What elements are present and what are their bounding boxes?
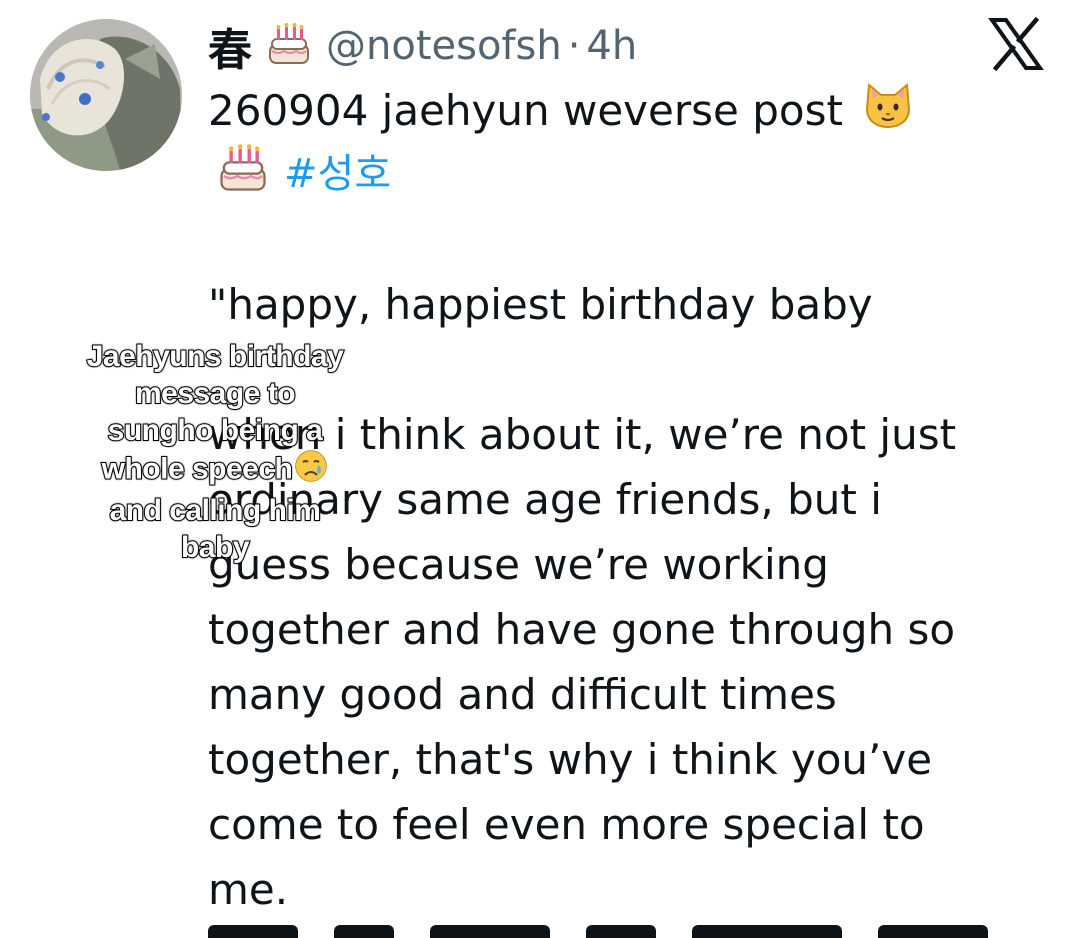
caption-line-with-emoji: whole speech — [40, 449, 390, 492]
hashtag-link[interactable]: #성호 — [284, 141, 391, 199]
caption-line: message to — [134, 376, 297, 411]
meta-separator: · — [567, 23, 581, 69]
birthday-cake-icon — [214, 142, 272, 198]
body-line: together, that's why i think you’ve — [208, 735, 933, 784]
caption-line: whole speech — [101, 451, 294, 486]
caption-line: and calling him — [109, 493, 322, 528]
tweet-header: 春 @notesofsh · 4h — [208, 16, 637, 76]
user-handle[interactable]: @notesofsh — [326, 23, 562, 69]
body-line: come to feel even more special to — [208, 800, 925, 849]
caption-line: sungho being a — [107, 413, 324, 448]
timestamp[interactable]: 4h — [586, 23, 637, 69]
caption-line: Jaehyuns birthday — [86, 339, 345, 374]
x-logo-icon — [988, 16, 1044, 72]
caption-line: baby — [180, 530, 251, 565]
tweet-title: 260904 jaehyun weverse post — [208, 80, 913, 140]
overlay-caption: Jaehyuns birthday message to sungho bein… — [40, 338, 390, 566]
truncated-text-line — [208, 925, 1038, 938]
birthday-cake-icon — [266, 21, 312, 71]
body-line: together and have gone through so — [208, 605, 956, 654]
tweet-title-text: 260904 jaehyun weverse post — [208, 85, 843, 135]
hashtag-line: #성호 — [214, 140, 391, 200]
cat-face-icon — [863, 81, 913, 139]
body-line: me. — [208, 865, 289, 914]
display-name[interactable]: 春 — [208, 14, 252, 78]
crying-face-icon — [294, 449, 328, 492]
avatar[interactable] — [30, 19, 182, 171]
body-line: many good and difficult times — [208, 670, 837, 719]
body-line: "happy, happiest birthday baby — [208, 280, 873, 329]
